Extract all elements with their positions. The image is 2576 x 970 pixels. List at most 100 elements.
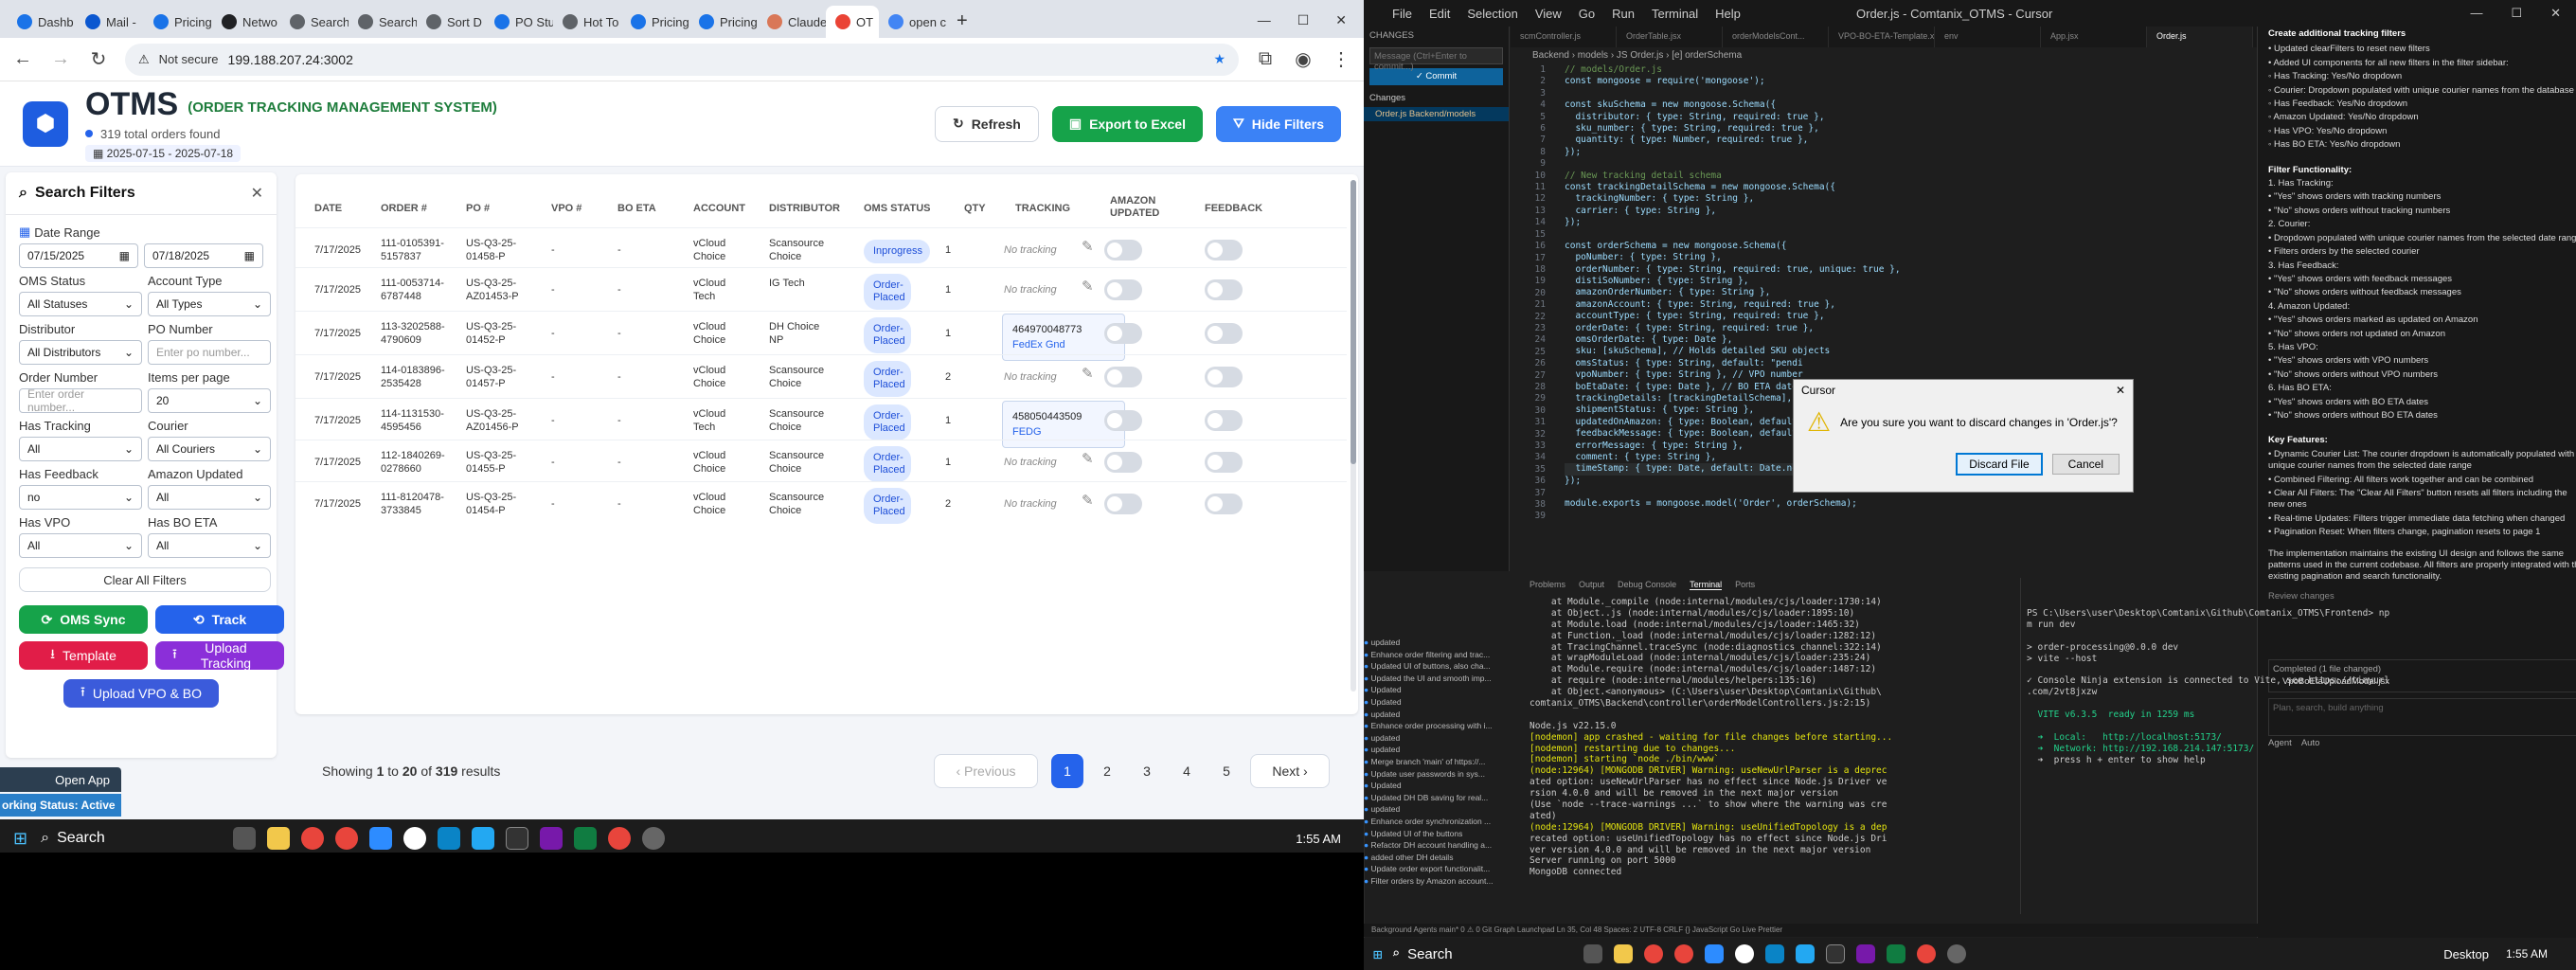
oms-sync-button[interactable]: ⟳ OMS Sync [19, 605, 148, 634]
forward-icon[interactable]: → [49, 48, 72, 70]
page-button[interactable]: 3 [1131, 754, 1163, 788]
menu-item[interactable]: Go [1579, 7, 1595, 21]
items-per-page-select[interactable]: 20 ⌄ [148, 388, 271, 413]
hide-filters-button[interactable]: ⛛ Hide Filters [1215, 105, 1341, 142]
order-number-input[interactable]: Enter order number... [19, 387, 142, 414]
new-tab-icon[interactable]: + [957, 10, 968, 32]
menu-icon[interactable]: ⋮ [1330, 47, 1352, 71]
vscode-icon[interactable] [472, 827, 495, 850]
editor-tab[interactable]: orderModelsCont... [1723, 27, 1829, 47]
close-icon[interactable]: ✕ [2116, 384, 2125, 397]
commit-item[interactable]: ● Update user passwords in sys... [1364, 768, 1510, 781]
clock-app-icon[interactable] [403, 827, 427, 850]
maximize-icon[interactable]: ☐ [2511, 6, 2522, 21]
file-explorer-icon[interactable] [267, 827, 291, 850]
amazon-updated-toggle[interactable] [1104, 410, 1142, 431]
reload-icon[interactable]: ↻ [87, 47, 110, 71]
has-vpo-select[interactable]: All ⌄ [19, 533, 142, 558]
commit-item[interactable]: ● Updated DH DB saving for real... [1364, 792, 1510, 804]
browser-tab[interactable]: Search [280, 6, 349, 38]
table-row[interactable]: 7/17/2025 113-3202588-4790609 US-Q3-25-014… [295, 311, 1347, 361]
task-view-icon[interactable] [1583, 944, 1603, 963]
onenote-icon[interactable] [1856, 944, 1876, 963]
chrome-icon[interactable] [1674, 944, 1694, 963]
onenote-icon[interactable] [540, 827, 564, 850]
zoom-icon[interactable] [1705, 944, 1725, 963]
vscode-icon[interactable] [1796, 944, 1816, 963]
edit-icon[interactable]: ✎ [1082, 452, 1094, 466]
upload-tracking-button[interactable]: ⭱ Upload Tracking [155, 640, 284, 671]
editor-tab[interactable]: scmController.js [1511, 27, 1617, 47]
commit-item[interactable]: ● updated [1364, 732, 1510, 745]
column-header[interactable]: TRACKING [1015, 203, 1070, 214]
chrome-icon[interactable] [335, 827, 359, 850]
browser-tab[interactable]: Mail - [76, 6, 144, 38]
excel-icon[interactable] [1887, 944, 1906, 963]
browser-tab[interactable]: OT [826, 6, 879, 38]
column-header[interactable]: FEEDBACK [1205, 203, 1262, 214]
cancel-button[interactable]: Cancel [2051, 454, 2120, 475]
cursor-icon[interactable] [1826, 944, 1846, 963]
commit-item[interactable]: ● Filter orders by Amazon account... [1364, 875, 1510, 888]
table-row[interactable]: 7/17/2025 112-1840269-0278660 US-Q3-25-014… [295, 440, 1347, 483]
open-app-button[interactable]: Open App [0, 767, 121, 792]
column-header[interactable]: ACCOUNT [693, 203, 745, 214]
commit-item[interactable]: ● Merge branch 'main' of https://... [1364, 756, 1510, 768]
clear-filters-button[interactable]: Clear All Filters [19, 567, 271, 592]
distributor-select[interactable]: All Distributors ⌄ [19, 340, 142, 365]
column-header[interactable]: OMS STATUS [864, 203, 930, 214]
editor-tab[interactable]: Order.js [2147, 27, 2253, 47]
feedback-toggle[interactable] [1205, 367, 1243, 387]
commit-item[interactable]: ● updated [1364, 709, 1510, 721]
template-button[interactable]: ⭳ Template [19, 641, 148, 670]
page-button[interactable]: 5 [1210, 754, 1243, 788]
column-header[interactable]: BO ETA [617, 203, 656, 214]
panel-tab[interactable]: Terminal [1690, 580, 1723, 590]
commit-item[interactable]: ● updated [1364, 744, 1510, 756]
table-row[interactable]: 7/17/2025 111-8120478-3733845 US-Q3-25-014… [295, 481, 1347, 525]
upload-vpo-button[interactable]: ⭱ Upload VPO & BO [63, 679, 220, 708]
has-tracking-select[interactable]: All ⌄ [19, 437, 142, 461]
browser-tab[interactable]: Sort D [417, 6, 485, 38]
courier-select[interactable]: All Couriers ⌄ [148, 437, 271, 461]
po-number-input[interactable]: Enter po number... [148, 340, 271, 365]
discard-file-button[interactable]: Discard File [1956, 453, 2043, 476]
editor-tab[interactable]: env [1935, 27, 2041, 47]
table-row[interactable]: 7/17/2025 111-0105391-5157837 US-Q3-25-014… [295, 227, 1347, 271]
task-view-icon[interactable] [233, 827, 257, 850]
menu-item[interactable]: Edit [1429, 7, 1450, 21]
clock-app-icon[interactable] [1735, 944, 1755, 963]
taskbar-search[interactable]: Search [1407, 946, 1578, 962]
browser-tab[interactable]: Claude [758, 6, 826, 38]
minimize-icon[interactable]: — [2470, 6, 2482, 21]
menu-item[interactable]: View [1535, 7, 1562, 21]
amazon-updated-toggle[interactable] [1104, 279, 1142, 300]
browser-tab[interactable]: Hot To [553, 6, 621, 38]
changed-file[interactable]: Order.js Backend/models [1364, 107, 1509, 121]
commit-item[interactable]: ● Updated [1364, 684, 1510, 696]
feedback-toggle[interactable] [1205, 279, 1243, 300]
panel-tab[interactable]: Ports [1735, 580, 1755, 590]
refresh-button[interactable]: ↻ Refresh [934, 105, 1039, 142]
page-button[interactable]: 4 [1171, 754, 1203, 788]
editor-tab[interactable]: VPO-BO-ETA-Template.xlsx [1829, 27, 1935, 47]
review-changes-link[interactable]: Review changes [2268, 591, 2576, 602]
edit-icon[interactable]: ✎ [1082, 279, 1094, 294]
edit-icon[interactable]: ✎ [1082, 494, 1094, 508]
taskbar-search[interactable]: Search [57, 830, 227, 847]
column-header[interactable]: DISTRIBUTOR [769, 203, 840, 214]
browser-tab[interactable]: Pricing [621, 6, 689, 38]
file-explorer-icon[interactable] [1614, 944, 1634, 963]
browser-tab[interactable]: open c [879, 6, 947, 38]
close-icon[interactable]: ✕ [1335, 12, 1347, 28]
zoom-icon[interactable] [369, 827, 393, 850]
profile-icon[interactable]: ◉ [1292, 47, 1315, 71]
feedback-toggle[interactable] [1205, 494, 1243, 514]
next-button[interactable]: Next › [1250, 754, 1330, 788]
column-header[interactable]: VPO # [551, 203, 581, 214]
chat-input[interactable]: Plan, search, build anything [2268, 698, 2576, 737]
browser-tab[interactable]: Netwo [212, 6, 280, 38]
amazon-updated-toggle[interactable] [1104, 240, 1142, 260]
chrome-icon[interactable] [1917, 944, 1937, 963]
windows-start-icon[interactable]: ⊞ [1373, 945, 1383, 963]
